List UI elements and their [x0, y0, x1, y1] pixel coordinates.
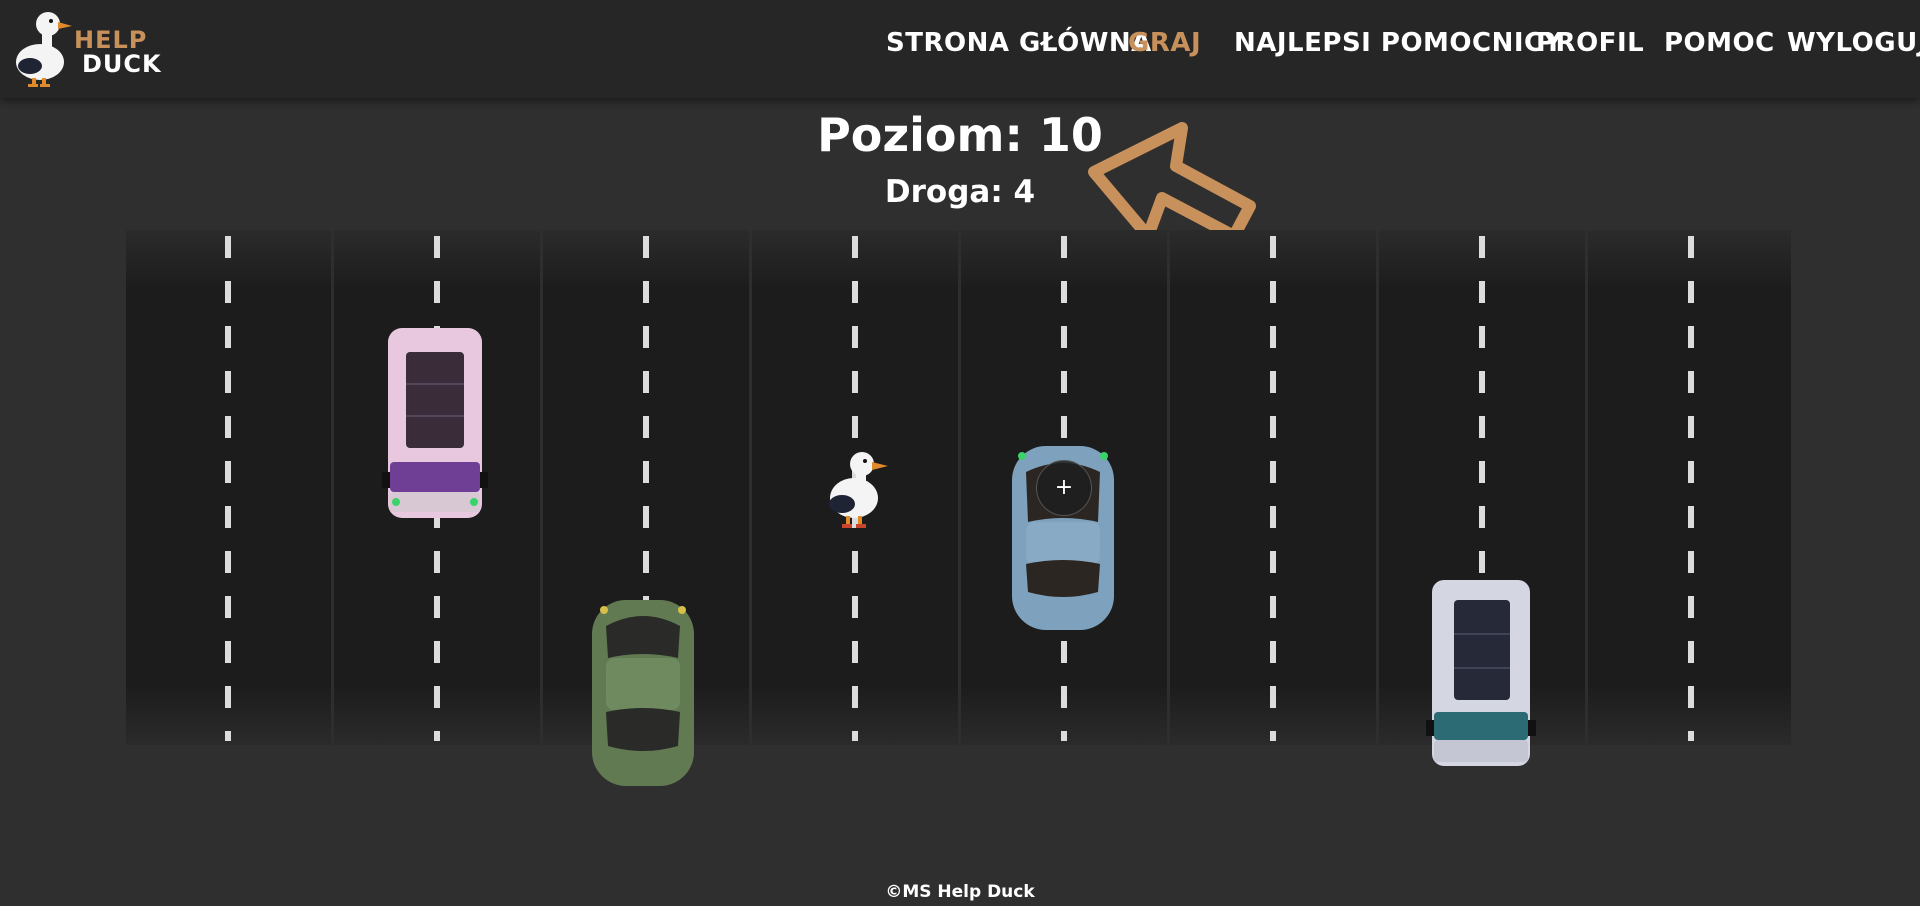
lane-marking: [1688, 236, 1694, 741]
lane-divider: [1585, 230, 1588, 745]
duck-logo-icon: [16, 12, 72, 87]
lane-divider: [540, 230, 543, 745]
lane-divider: [1376, 230, 1379, 745]
nav-logout[interactable]: Wyloguj: [1787, 28, 1920, 58]
plus-icon: +: [1054, 475, 1074, 500]
footer-copyright: ©MS Help Duck: [885, 882, 1035, 902]
help-duck-logo[interactable]: HELP DUCK: [8, 4, 161, 90]
lane-marking: [1270, 236, 1276, 741]
lane-divider: [1167, 230, 1170, 745]
nav-help[interactable]: Pomoc: [1664, 28, 1775, 58]
lane-divider: [958, 230, 961, 745]
nav-profile[interactable]: Profil: [1536, 28, 1644, 58]
pink-bus: [382, 328, 488, 518]
plus-button[interactable]: +: [1036, 460, 1092, 516]
logo-word-help: HELP: [74, 26, 148, 54]
level-indicator: Poziom: 10: [817, 108, 1103, 162]
logo-wordmark: HELP DUCK: [74, 28, 162, 76]
green-car: [592, 600, 694, 786]
lane-marking: [225, 236, 231, 741]
lane-divider: [331, 230, 334, 745]
road-indicator: Droga: 4: [884, 174, 1036, 210]
top-navigation-bar: HELP DUCK Strona Główna Graj Najlepsi po…: [0, 0, 1920, 98]
logo-word-duck: DUCK: [82, 50, 162, 78]
nav-top-helpers[interactable]: Najlepsi pomocnicy: [1234, 28, 1563, 58]
duck-player: [829, 452, 888, 528]
white-bus: [1426, 580, 1536, 766]
lane-divider: [749, 230, 752, 745]
nav-play[interactable]: Graj: [1128, 28, 1201, 58]
nav-home[interactable]: Strona Główna: [886, 28, 1152, 58]
road-area: [126, 230, 1791, 745]
